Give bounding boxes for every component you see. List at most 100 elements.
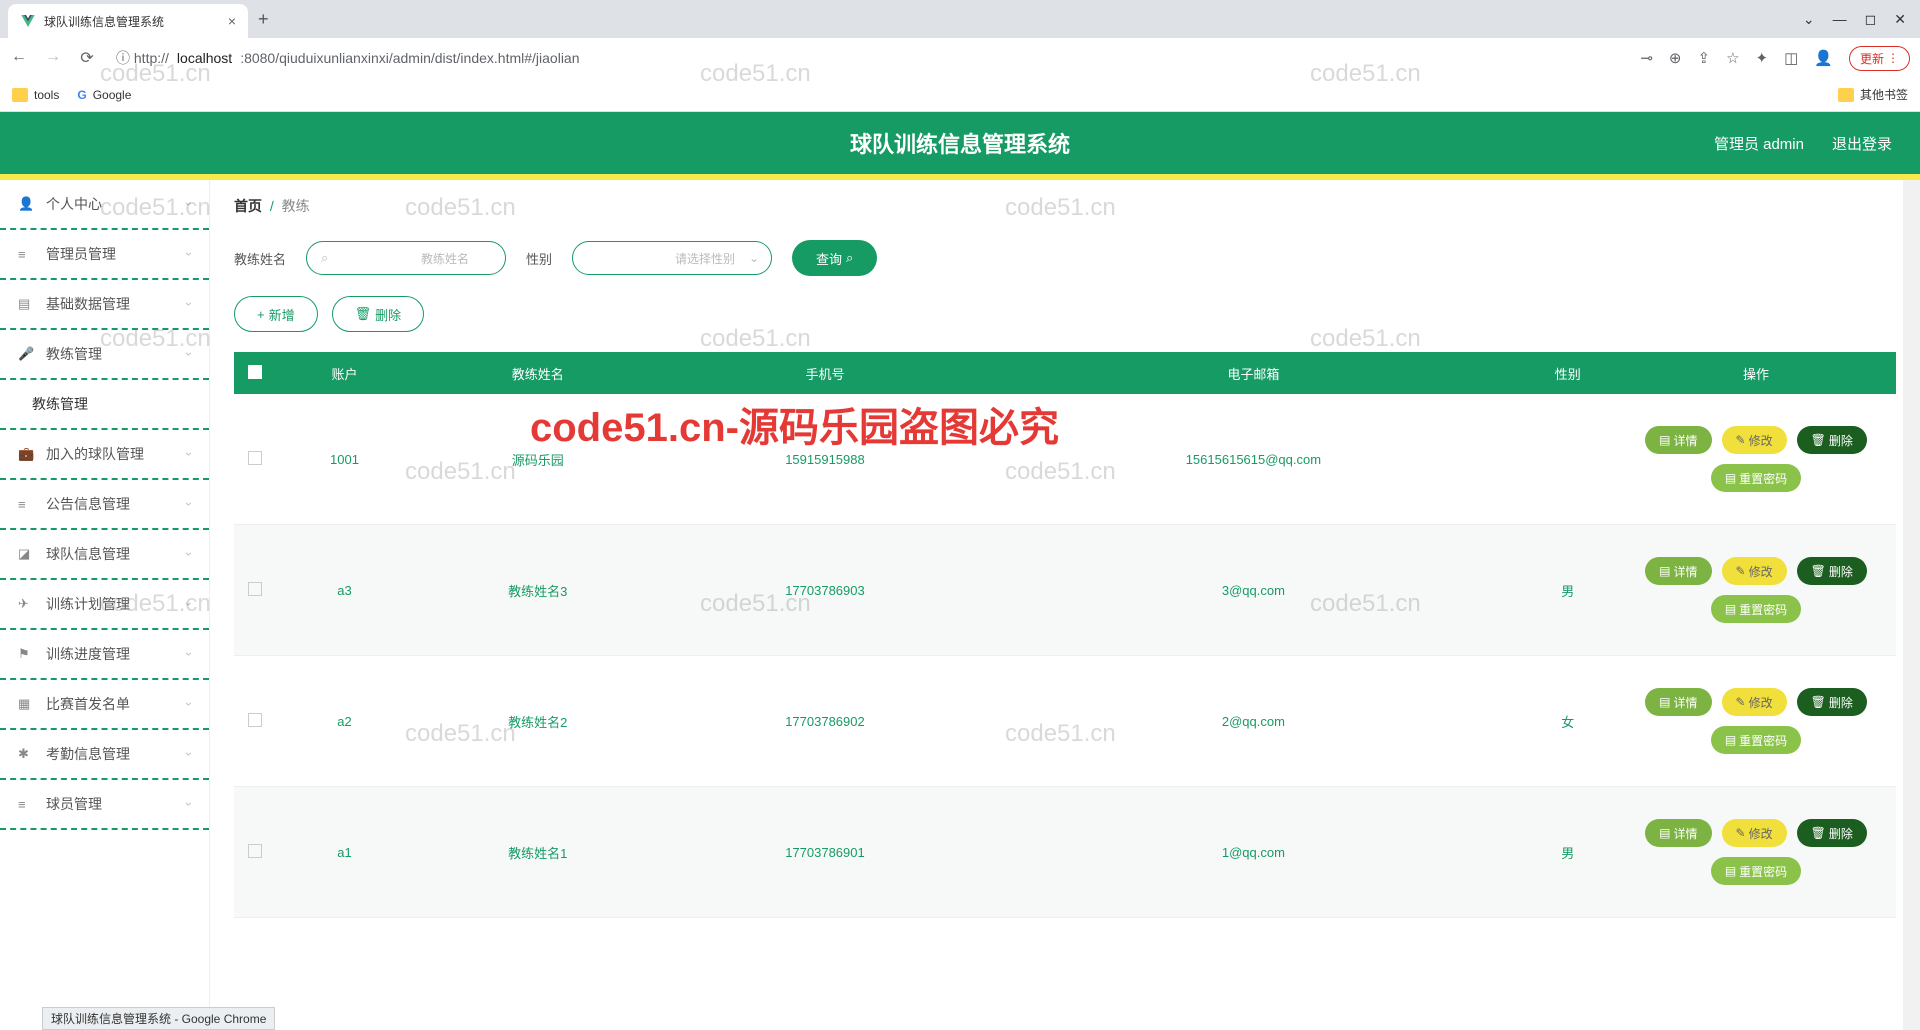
new-tab-button[interactable]: + xyxy=(248,9,279,30)
sidebar-item-11[interactable]: ✱考勤信息管理› xyxy=(0,730,209,780)
cell-phone: 17703786902 xyxy=(663,656,988,787)
cell-name: 教练姓名1 xyxy=(413,787,663,918)
edit-icon: ✎ xyxy=(1736,564,1746,578)
action-row: + 新增 🗑 删除 xyxy=(234,296,1896,332)
url-input[interactable]: ⓘ http://localhost:8080/qiuduixunlianxin… xyxy=(106,43,1630,73)
chevron-down-icon: › xyxy=(182,552,196,556)
reload-icon[interactable]: ⟳ xyxy=(78,48,96,68)
maximize-icon[interactable]: ◻ xyxy=(1865,11,1877,28)
browser-tab[interactable]: 球队训练信息管理系统 × xyxy=(8,4,248,38)
sidebar-item-label: 训练进度管理 xyxy=(46,644,187,664)
sidebar-item-6[interactable]: ≡公告信息管理› xyxy=(0,480,209,530)
breadcrumb-home[interactable]: 首页 xyxy=(234,198,262,214)
star-icon[interactable]: ☆ xyxy=(1726,49,1739,67)
row-checkbox[interactable] xyxy=(248,582,262,596)
delete-row-button[interactable]: 🗑 删除 xyxy=(1797,688,1867,716)
row-checkbox[interactable] xyxy=(248,451,262,465)
cell-name: 教练姓名2 xyxy=(413,656,663,787)
checkbox-all[interactable] xyxy=(248,365,262,379)
sidebar-item-3[interactable]: 🎤教练管理› xyxy=(0,330,209,380)
table-header: 性别 xyxy=(1519,352,1616,394)
reset-pwd-button[interactable]: ▤ 重置密码 xyxy=(1711,595,1801,623)
sidebar-item-4[interactable]: 教练管理 xyxy=(0,380,209,430)
doc-icon: ▤ xyxy=(1659,826,1670,840)
edit-button[interactable]: ✎ 修改 xyxy=(1722,426,1787,454)
detail-button[interactable]: ▤ 详情 xyxy=(1645,426,1711,454)
trash-icon: 🗑 xyxy=(1811,695,1826,709)
sidebar-item-0[interactable]: 👤个人中心› xyxy=(0,180,209,230)
sidebar-item-5[interactable]: 💼加入的球队管理› xyxy=(0,430,209,480)
profile-icon[interactable]: 👤 xyxy=(1814,49,1833,67)
table-row: a3教练姓名3177037869033@qq.com男▤ 详情✎ 修改🗑 删除▤… xyxy=(234,525,1896,656)
doc-icon: ▤ xyxy=(1725,602,1736,616)
search-gender-select[interactable]: 请选择性别 ⌄ xyxy=(572,241,772,275)
detail-button[interactable]: ▤ 详情 xyxy=(1645,557,1711,585)
sidebar-item-12[interactable]: ≡球员管理› xyxy=(0,780,209,830)
query-button[interactable]: 查询 ⌕ xyxy=(792,240,877,276)
minimize-icon[interactable]: — xyxy=(1833,11,1847,28)
bookmark-google[interactable]: GGoogle xyxy=(77,88,131,102)
edit-button[interactable]: ✎ 修改 xyxy=(1722,688,1787,716)
key-icon[interactable]: ⊸ xyxy=(1640,49,1653,67)
cell-gender xyxy=(1519,394,1616,525)
search-icon: ⌕ xyxy=(846,250,853,266)
sidebar-item-2[interactable]: ▤基础数据管理› xyxy=(0,280,209,330)
table-header: 教练姓名 xyxy=(413,352,663,394)
chevron-down-icon: ⌄ xyxy=(749,251,759,265)
edit-button[interactable]: ✎ 修改 xyxy=(1722,557,1787,585)
address-bar: ← → ⟳ ⓘ http://localhost:8080/qiuduixunl… xyxy=(0,38,1920,78)
detail-button[interactable]: ▤ 详情 xyxy=(1645,688,1711,716)
puzzle-icon[interactable]: ✦ xyxy=(1756,49,1769,67)
reset-pwd-button[interactable]: ▤ 重置密码 xyxy=(1711,464,1801,492)
reset-pwd-button[interactable]: ▤ 重置密码 xyxy=(1711,726,1801,754)
delete-row-button[interactable]: 🗑 删除 xyxy=(1797,557,1867,585)
sidebar-item-9[interactable]: ⚑训练进度管理› xyxy=(0,630,209,680)
menu-icon: ≡ xyxy=(18,247,34,262)
chevron-down-icon: › xyxy=(182,352,196,356)
row-checkbox[interactable] xyxy=(248,713,262,727)
detail-button[interactable]: ▤ 详情 xyxy=(1645,819,1711,847)
menu-icon: 💼 xyxy=(18,446,34,462)
edit-button[interactable]: ✎ 修改 xyxy=(1722,819,1787,847)
table-header: 账户 xyxy=(276,352,413,394)
chevron-down-icon: › xyxy=(182,252,196,256)
page-title: 球队训练信息管理系统 xyxy=(850,127,1070,159)
edit-icon: ✎ xyxy=(1736,695,1746,709)
delete-button[interactable]: 🗑 删除 xyxy=(332,296,425,332)
sidebar-item-label: 训练计划管理 xyxy=(46,594,187,614)
reset-pwd-button[interactable]: ▤ 重置密码 xyxy=(1711,857,1801,885)
search-name-label: 教练姓名 xyxy=(234,249,286,268)
menu-icon: ≡ xyxy=(18,497,34,512)
forward-icon[interactable]: → xyxy=(44,48,62,68)
doc-icon: ▤ xyxy=(1659,433,1670,447)
logout-link[interactable]: 退出登录 xyxy=(1832,133,1892,154)
delete-row-button[interactable]: 🗑 删除 xyxy=(1797,819,1867,847)
close-icon[interactable]: × xyxy=(228,13,236,29)
zoom-icon[interactable]: ⊕ xyxy=(1669,49,1682,67)
scrollbar[interactable] xyxy=(1903,180,1920,1030)
search-name-input[interactable]: ⌕教练姓名 xyxy=(306,241,506,275)
google-icon: G xyxy=(77,88,86,102)
add-button[interactable]: + 新增 xyxy=(234,296,318,332)
menu-icon: ≡ xyxy=(18,797,34,812)
delete-row-button[interactable]: 🗑 删除 xyxy=(1797,426,1867,454)
bookmark-other[interactable]: 其他书签 xyxy=(1838,86,1908,103)
sidebar-item-label: 球队信息管理 xyxy=(46,544,187,564)
close-window-icon[interactable]: ✕ xyxy=(1894,11,1906,28)
panel-icon[interactable]: ◫ xyxy=(1784,49,1798,67)
share-icon[interactable]: ⇪ xyxy=(1698,49,1711,67)
sidebar-item-8[interactable]: ✈训练计划管理› xyxy=(0,580,209,630)
bookmark-tools[interactable]: tools xyxy=(12,88,59,102)
cell-phone: 15915915988 xyxy=(663,394,988,525)
back-icon[interactable]: ← xyxy=(10,48,28,68)
sidebar-item-10[interactable]: ▦比赛首发名单› xyxy=(0,680,209,730)
doc-icon: ▤ xyxy=(1725,471,1736,485)
row-checkbox[interactable] xyxy=(248,844,262,858)
dropdown-icon[interactable]: ⌄ xyxy=(1803,11,1815,28)
update-button[interactable]: 更新 xyxy=(1849,46,1910,71)
sidebar-item-7[interactable]: ◪球队信息管理› xyxy=(0,530,209,580)
folder-icon xyxy=(1838,88,1854,102)
current-user[interactable]: 管理员 admin xyxy=(1714,133,1804,154)
tab-title: 球队训练信息管理系统 xyxy=(44,13,164,30)
sidebar-item-1[interactable]: ≡管理员管理› xyxy=(0,230,209,280)
